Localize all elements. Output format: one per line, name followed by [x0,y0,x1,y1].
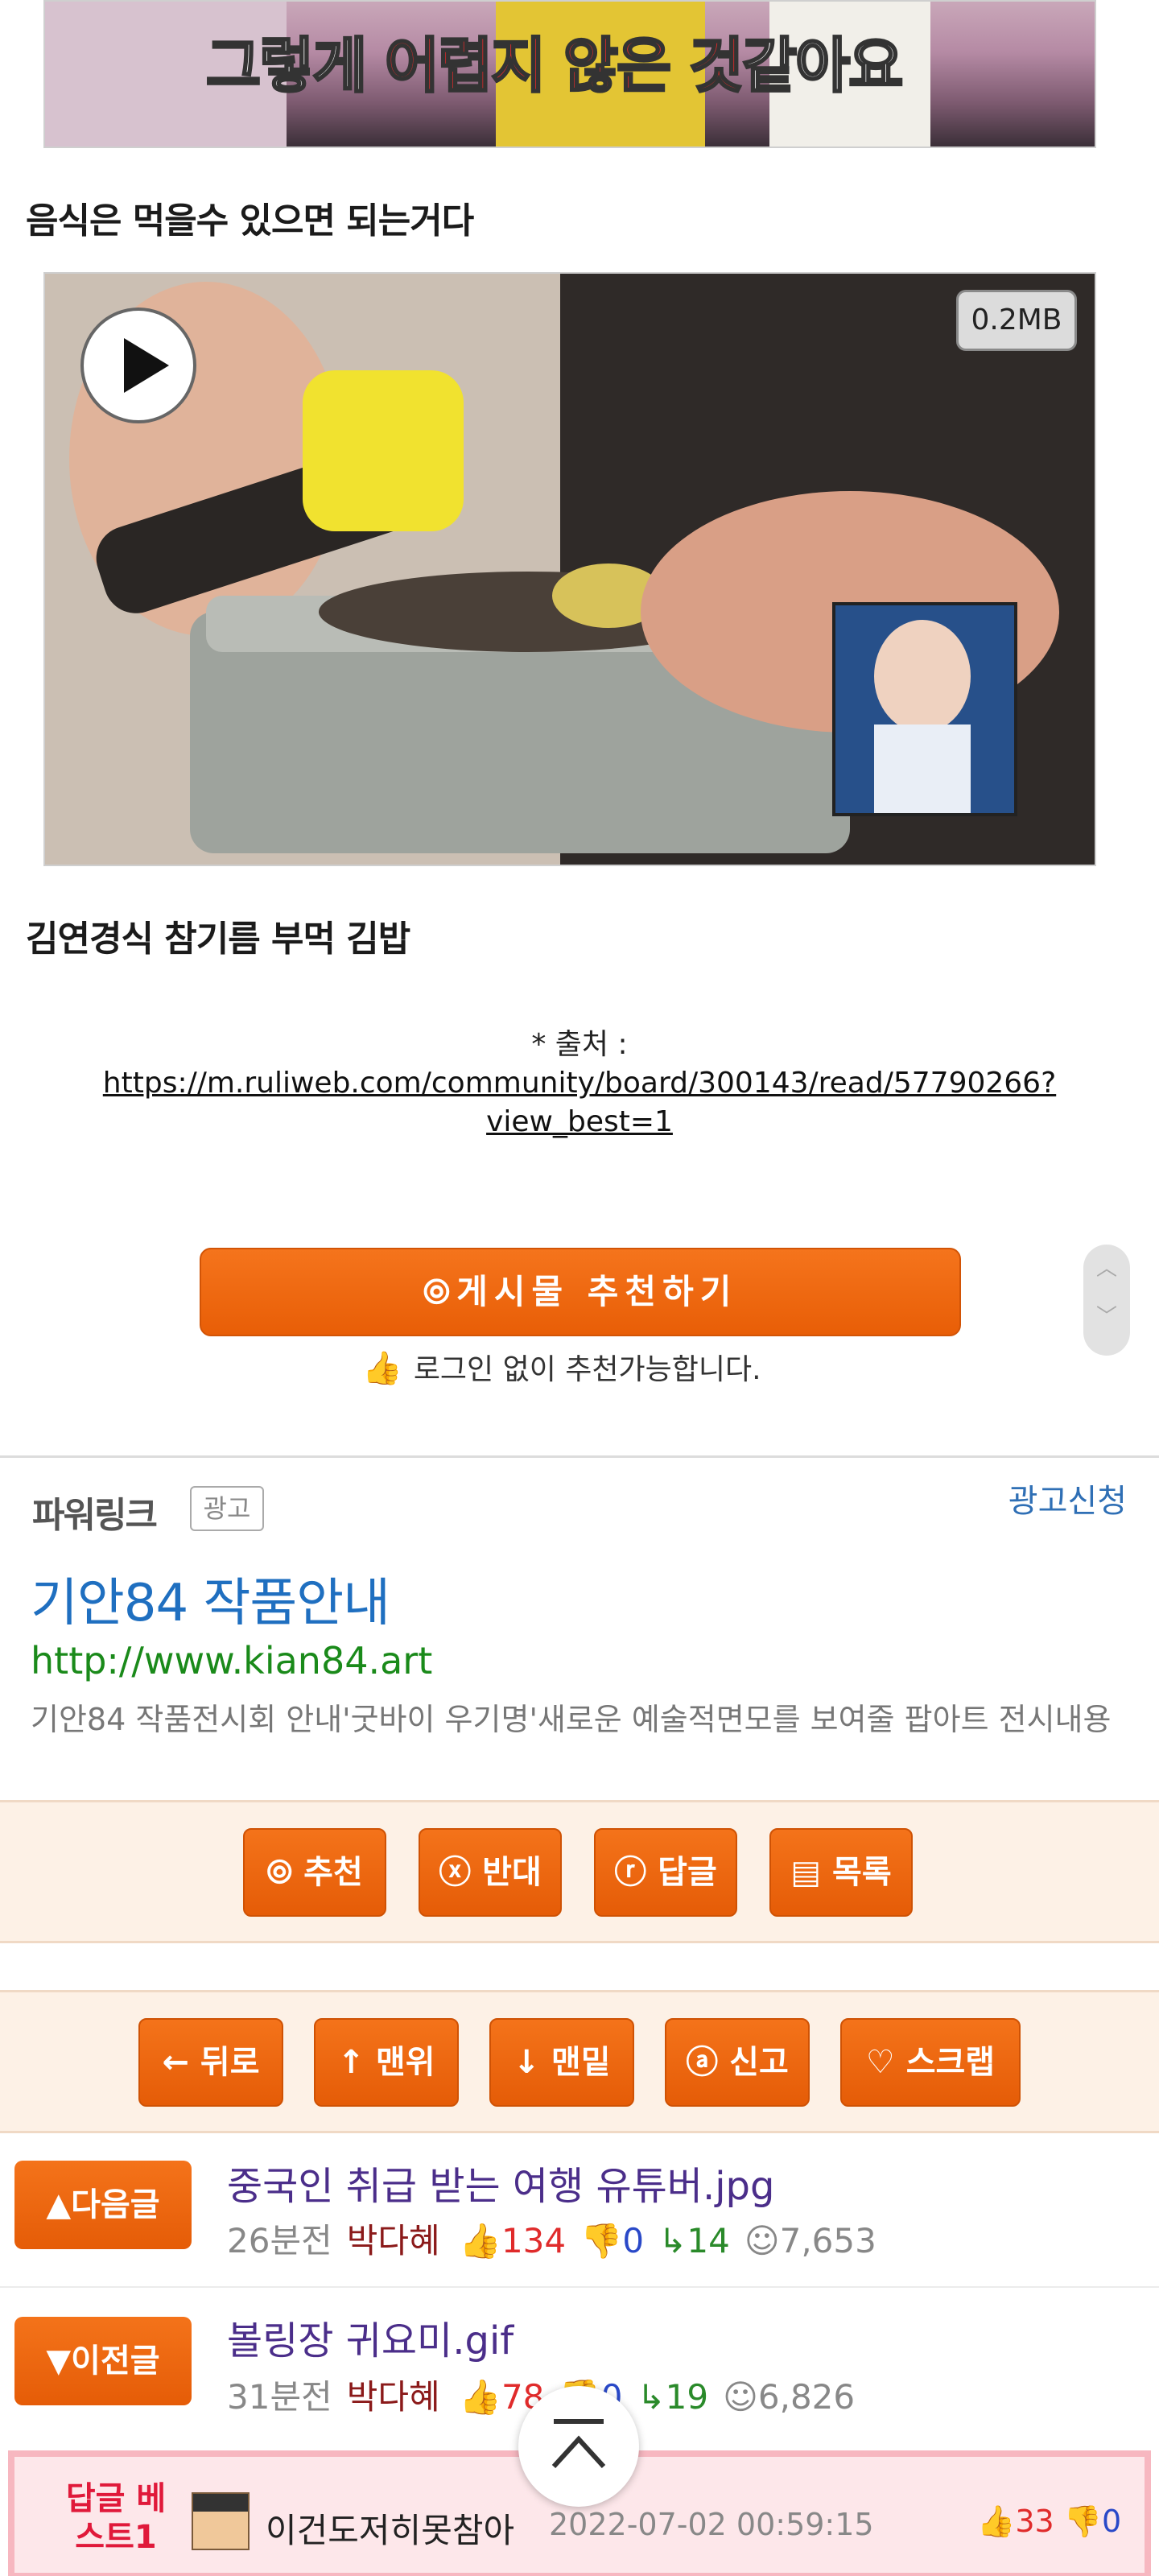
next-post-meta: 26분전 박다혜 👍134 👎0 ↳14 ☺7,653 [227,2214,876,2263]
play-icon [124,338,169,393]
recommend-note-text: 로그인 없이 추천가능합니다. [413,1353,761,1386]
downvote-count: 👎0 [1063,2504,1122,2539]
scroll-bottom-button[interactable]: ↓ 맨밑 [489,2018,634,2107]
post-author[interactable]: 박다혜 [347,2377,440,2417]
image-subtitle: 그렇게 어렵지 않은 것같아요 [204,31,904,102]
downvote-count: 👎0 [580,2221,645,2260]
best-reply-date: 2022-07-02 00:59:15 [549,2507,874,2542]
best-reply-votes: 👍33 👎0 [977,2504,1121,2540]
source-prefix: * 출처 : [531,1028,628,1061]
best-reply-author[interactable]: 이건도저히못참아 [266,2504,514,2553]
view-count: ☺7,653 [744,2221,876,2260]
post-author[interactable]: 박다혜 [347,2221,440,2260]
reply-count: ↳14 [658,2221,730,2260]
post-video-gif[interactable]: 0.2MB [43,272,1096,866]
next-post-row[interactable]: ▲다음글 중국인 취급 받는 여행 유튜버.jpg 26분전 박다혜 👍134 👎0 ↳… [0,2133,1159,2291]
ad-description: 기안84 작품전시회 안내'굿바이 우기명'새로운 예술적면모를 보여줄 팝아트… [31,1702,1112,1737]
scroll-down-icon[interactable]: ﹀ [1083,1293,1130,1341]
page-nav-bar: ← 뒤로 ↑ 맨위 ↓ 맨밑 ⓐ 신고 ♡ 스크랩 [0,1990,1159,2133]
post-text-caption-2: 김연경식 참기름 부먹 김밥 [26,919,410,960]
best-reply-label: 답글 베스트1 [65,2480,167,2556]
reply-button[interactable]: ⓡ 답글 [594,1828,737,1917]
post-time: 31분전 [227,2377,332,2417]
ad-apply-link[interactable]: 광고신청 [1008,1475,1127,1521]
avatar [192,2492,250,2550]
divider [0,1455,1159,1458]
list-button[interactable]: ▤ 목록 [769,1828,913,1917]
view-count: ☺6,826 [723,2377,856,2417]
ad-url-link[interactable]: http://www.kian84.art [31,1639,432,1682]
file-size-badge: 0.2MB [956,290,1077,351]
play-button[interactable] [80,308,196,423]
recommend-button[interactable]: ⦾ 추천 [243,1828,386,1917]
post-image-top: 그렇게 어렵지 않은 것같아요 [43,0,1096,148]
back-button[interactable]: ← 뒤로 [138,2018,283,2107]
scroll-top-button[interactable]: ↑ 맨위 [314,2018,459,2107]
page: 그렇게 어렵지 않은 것같아요 음식은 먹을수 있으면 되는거다 0.2MB 김… [0,0,1159,2576]
upvote-count: 👍134 [459,2221,567,2260]
source-link[interactable]: https://m.ruliweb.com/community/board/30… [103,1067,1056,1138]
prev-post-button[interactable]: ▼이전글 [14,2317,192,2405]
source-line: * 출처 : https://m.ruliweb.com/community/b… [56,1026,1103,1141]
ad-badge: 광고 [190,1486,264,1531]
thumbs-up-icon: 👍 [362,1350,402,1387]
report-button[interactable]: ⓐ 신고 [665,2018,810,2107]
ad-title-link[interactable]: 기안84 작품안내 [31,1562,390,1636]
scroll-up-icon[interactable]: ︿ [1083,1245,1130,1293]
post-action-bar: ⦾ 추천 ⓧ 반대 ⓡ 답글 ▤ 목록 [0,1800,1159,1943]
gif-preview-illustration [45,274,1095,865]
reply-count: ↳19 [637,2377,709,2417]
powerlink-title: 파워링크 [32,1495,158,1536]
prev-post-title[interactable]: 볼링장 귀요미.gif [227,2309,514,2365]
next-post-button[interactable]: ▲다음글 [14,2161,192,2249]
post-time: 26분전 [227,2221,332,2260]
scroll-to-top-button[interactable] [518,2386,639,2507]
next-post-title[interactable]: 중국인 취급 받는 여행 유튜버.jpg [227,2154,774,2211]
oppose-button[interactable]: ⓧ 반대 [419,1828,562,1917]
post-text-caption-1: 음식은 먹을수 있으면 되는거다 [26,200,474,242]
chevron-up-icon [551,2419,606,2469]
row-divider [0,2286,1159,2288]
scrap-button[interactable]: ♡ 스크랩 [840,2018,1021,2107]
upvote-count: 👍33 [977,2504,1054,2539]
scroll-control[interactable]: ︿ ﹀ [1083,1245,1130,1356]
recommend-post-button[interactable]: ⦾게시물 추천하기 [200,1248,961,1336]
recommend-note: 👍 로그인 없이 추천가능합니다. [362,1346,761,1388]
